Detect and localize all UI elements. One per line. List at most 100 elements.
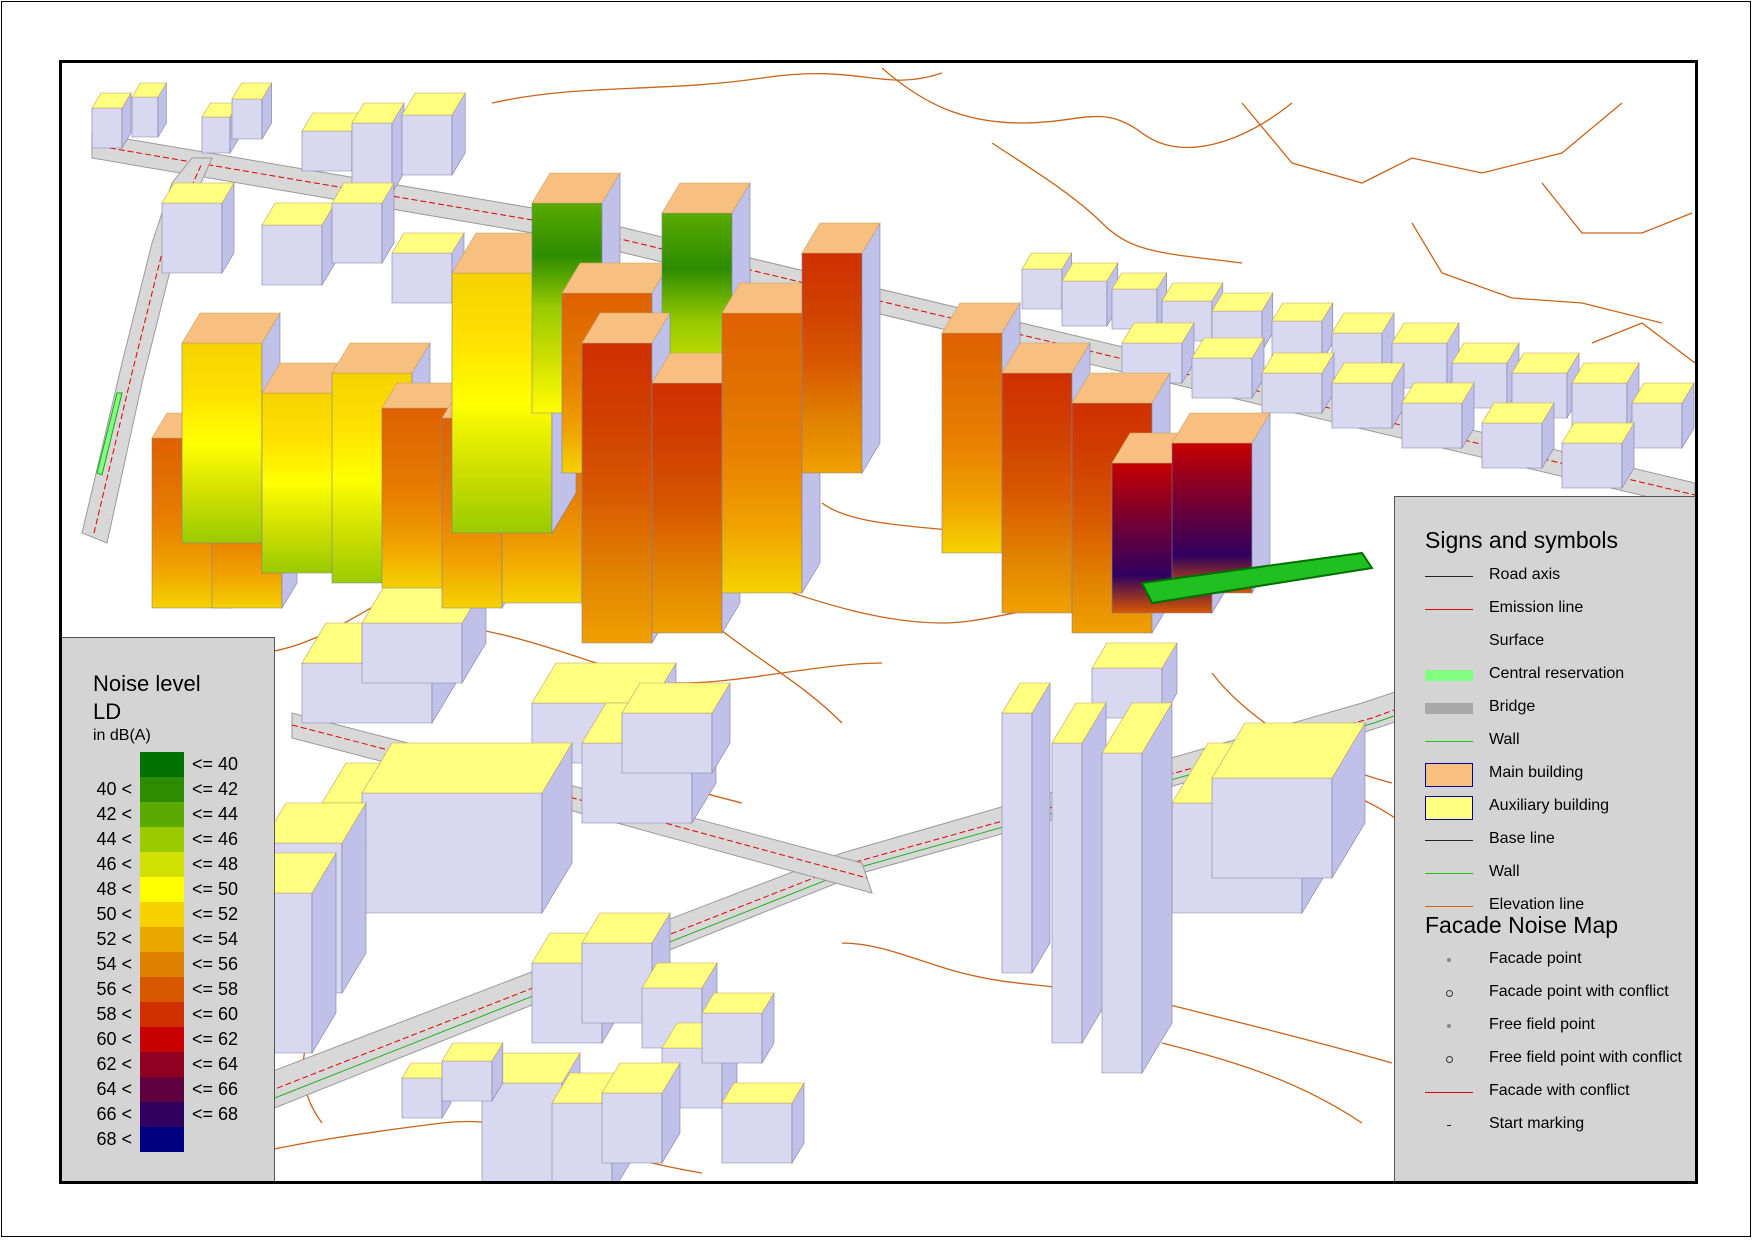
building-roof bbox=[721, 1082, 805, 1104]
noise-class-swatch bbox=[140, 977, 184, 1002]
noise-class-lower: 46 < bbox=[96, 854, 132, 874]
building-roof bbox=[1191, 337, 1265, 359]
building-roof bbox=[1271, 302, 1334, 322]
legend-symbol-line-red bbox=[1425, 1081, 1473, 1103]
noise-class-swatch bbox=[140, 1002, 184, 1027]
legend-entry: Free field point bbox=[1395, 1011, 1695, 1041]
legend-symbol-fill-orange bbox=[1425, 763, 1473, 787]
noise-class-swatch bbox=[140, 902, 184, 927]
legend-label: Auxiliary building bbox=[1489, 797, 1610, 814]
legend-label: Wall bbox=[1489, 863, 1520, 880]
building-roof bbox=[1451, 342, 1520, 364]
building-roof bbox=[1261, 352, 1335, 374]
building-facade bbox=[1101, 752, 1143, 1074]
building-facade bbox=[361, 792, 543, 914]
noise-class-upper: <= 56 bbox=[192, 954, 239, 974]
noise-class-upper: <= 44 bbox=[192, 804, 239, 824]
noise-class-upper: <= 46 bbox=[192, 829, 239, 849]
noise-class-upper: <= 42 bbox=[192, 779, 239, 799]
signs-symbols-legend: Signs and symbols Road axis Emission line… bbox=[1394, 496, 1695, 1181]
building-facade bbox=[1061, 280, 1108, 327]
building-facade bbox=[581, 942, 653, 1024]
legend-symbol-fill-gray bbox=[1425, 697, 1473, 719]
building-facade bbox=[1051, 742, 1083, 1044]
building-facade bbox=[1001, 712, 1033, 974]
legend-label: Central reservation bbox=[1489, 665, 1625, 682]
noise-legend-unit: in dB(A) bbox=[93, 727, 151, 744]
noise-class-lower: 52 < bbox=[96, 929, 132, 949]
building-facade bbox=[381, 407, 453, 589]
building-roof bbox=[1571, 362, 1640, 384]
building-side bbox=[1141, 701, 1173, 1075]
legend-entry: Central reservation bbox=[1395, 660, 1695, 690]
noise-class-swatch bbox=[140, 927, 184, 952]
building-facade bbox=[361, 622, 463, 684]
noise-class-swatch bbox=[140, 802, 184, 827]
building-roof bbox=[1511, 352, 1580, 374]
noise-level-legend: Noise level LD in dB(A) <= 40 40 < <= 42 42… bbox=[62, 637, 275, 1181]
building-roof bbox=[1331, 362, 1405, 384]
legend-symbol-none bbox=[1425, 631, 1473, 653]
noise-class-row: 56 < <= 58 bbox=[62, 977, 275, 1002]
legend-symbol-fill-yellow bbox=[1425, 796, 1473, 820]
building-facade bbox=[331, 202, 383, 264]
noise-legend-indicator: LD bbox=[93, 699, 122, 724]
noise-class-row: 48 < <= 50 bbox=[62, 877, 275, 902]
building-facade bbox=[1261, 372, 1323, 414]
building-roof bbox=[441, 1042, 504, 1062]
legend-label: Emission line bbox=[1489, 599, 1584, 616]
legend-entry: Bridge bbox=[1395, 693, 1695, 723]
legend-symbol-dot-ring bbox=[1425, 982, 1473, 1004]
noise-class-swatch bbox=[140, 1127, 184, 1152]
noise-class-upper: <= 50 bbox=[192, 879, 239, 899]
building-facade bbox=[621, 712, 713, 774]
noise-class-row: 68 < bbox=[62, 1127, 275, 1152]
building-facade bbox=[801, 252, 863, 474]
noise-class-row: 54 < <= 56 bbox=[62, 952, 275, 977]
legend-label: Free field point bbox=[1489, 1016, 1595, 1033]
building-roof bbox=[561, 262, 671, 294]
legend-label: Facade point with conflict bbox=[1489, 983, 1669, 1000]
noise-class-lower: 54 < bbox=[96, 954, 132, 974]
building-facade bbox=[201, 116, 231, 154]
noise-class-lower: 44 < bbox=[96, 829, 132, 849]
noise-class-upper: <= 40 bbox=[192, 754, 239, 774]
building-facade bbox=[401, 1077, 443, 1119]
noise-class-swatch bbox=[140, 777, 184, 802]
legend-label: Facade point bbox=[1489, 950, 1582, 967]
facade-map-title: Facade Noise Map bbox=[1425, 912, 1619, 938]
building-facade bbox=[581, 342, 653, 644]
legend-entry: Auxiliary building bbox=[1395, 792, 1695, 822]
building-roof bbox=[1211, 292, 1274, 312]
noise-class-swatch bbox=[140, 1077, 184, 1102]
noise-class-row: 46 < <= 48 bbox=[62, 852, 275, 877]
legend-symbol-line-green bbox=[1425, 862, 1473, 884]
building-facade bbox=[1001, 372, 1073, 614]
building-facade bbox=[301, 130, 353, 172]
noise-map-viewport[interactable]: Noise level LD in dB(A) <= 40 40 < <= 42 42… bbox=[59, 60, 1698, 1184]
noise-class-upper: <= 60 bbox=[192, 1004, 239, 1024]
building-facade bbox=[721, 312, 803, 594]
noise-class-lower: 64 < bbox=[96, 1079, 132, 1099]
legend-entry: Surface bbox=[1395, 627, 1695, 657]
noise-class-row: <= 40 bbox=[62, 752, 275, 777]
building-roof bbox=[1121, 322, 1195, 344]
building-roof bbox=[1481, 402, 1555, 424]
building-facade bbox=[701, 1012, 763, 1064]
legend-entry: Main building bbox=[1395, 759, 1695, 789]
legend-symbol-fill-green bbox=[1425, 664, 1473, 686]
noise-class-upper: <= 52 bbox=[192, 904, 239, 924]
noise-class-row: 64 < <= 66 bbox=[62, 1077, 275, 1102]
legend-label: Base line bbox=[1489, 830, 1555, 847]
building-facade bbox=[351, 122, 393, 194]
building-roof bbox=[1111, 272, 1168, 290]
building-facade bbox=[441, 1060, 493, 1102]
noise-class-upper: <= 64 bbox=[192, 1054, 239, 1074]
building-roof bbox=[1391, 322, 1460, 344]
building-roof bbox=[1401, 382, 1475, 404]
noise-class-lower: 60 < bbox=[96, 1029, 132, 1049]
legend-symbol-line-green bbox=[1425, 730, 1473, 752]
noise-class-row: 50 < <= 52 bbox=[62, 902, 275, 927]
building-facade bbox=[261, 392, 343, 574]
building-roof bbox=[261, 202, 336, 226]
